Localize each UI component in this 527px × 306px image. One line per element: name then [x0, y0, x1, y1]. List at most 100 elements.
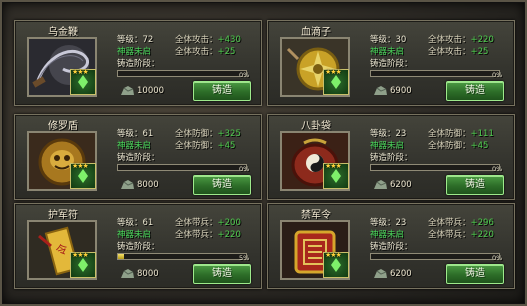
level-label: 等级： [117, 218, 143, 228]
artifact-name: 修罗盾 [48, 121, 78, 132]
ore-icon [121, 269, 134, 278]
gem-icon [78, 258, 88, 272]
stat-label: 全体带兵： [175, 218, 218, 228]
forge-cost: 6900 [390, 86, 412, 96]
forge-progress-fill [118, 254, 125, 259]
stat-value: +200 [217, 218, 241, 228]
level-value: 30 [395, 35, 407, 45]
forge-stage-label: 铸造阶段： [117, 242, 160, 252]
forge-stage-label: 铸造阶段： [117, 59, 160, 69]
stat-value: +325 [217, 129, 241, 139]
stat-label: 全体带兵： [428, 218, 471, 228]
forge-cost: 8000 [137, 269, 159, 279]
forge-progress-bar [117, 70, 247, 77]
forge-button[interactable]: 铸造 [193, 175, 251, 195]
forge-button[interactable]: 铸造 [446, 175, 504, 195]
gem-icon [331, 258, 341, 272]
gem-icon [78, 169, 88, 183]
forge-stage-label: 铸造阶段： [370, 242, 413, 252]
stat-value: +220 [470, 35, 494, 45]
stat-label: 全体防御： [428, 129, 471, 139]
forge-cost: 8000 [137, 180, 159, 190]
forge-cost: 10000 [137, 86, 165, 96]
stat-label: 全体攻击： [175, 35, 218, 45]
artifact-state: 神器未启 [370, 230, 405, 240]
stat-value: +296 [470, 218, 494, 228]
level-value: 61 [142, 218, 154, 228]
forge-progress-bar [117, 253, 247, 260]
bonus-stat-value: +25 [470, 47, 489, 57]
forge-progress-bar [370, 164, 500, 171]
level-value: 61 [142, 129, 154, 139]
bonus-stat-label: 全体防御： [175, 141, 218, 151]
artifact-quality-badge: ★★★ [323, 68, 349, 95]
gem-icon [331, 75, 341, 89]
gem-icon [331, 169, 341, 183]
forge-button[interactable]: 铸造 [446, 264, 504, 284]
bonus-stat-value: +220 [470, 230, 494, 240]
artifact-state: 神器未启 [117, 141, 152, 151]
artifact-quality-badge: ★★★ [323, 162, 349, 189]
ore-icon [374, 86, 387, 95]
stat-label: 全体攻击： [428, 35, 471, 45]
artifact-name: 乌金鞭 [48, 27, 78, 38]
forge-button[interactable]: 铸造 [446, 81, 504, 101]
forge-progress-text: 0% [492, 71, 503, 79]
stat-value: +111 [470, 129, 494, 139]
forge-progress-text: 0% [492, 254, 503, 262]
artifact-name: 血滴子 [301, 27, 331, 38]
bonus-stat-label: 全体防御： [428, 141, 471, 151]
artifact-name: 护军符 [48, 210, 78, 221]
stat-label: 全体防御： [175, 129, 218, 139]
bonus-stat-value: +25 [217, 47, 236, 57]
bonus-stat-value: +45 [217, 141, 236, 151]
bonus-stat-label: 全体带兵： [428, 230, 471, 240]
forge-progress-text: 0% [492, 165, 503, 173]
ore-icon [374, 269, 387, 278]
forge-cost: 6200 [390, 180, 412, 190]
ore-icon [374, 180, 387, 189]
forge-progress-text: 0% [239, 165, 250, 173]
artifact-card-command-token: 禁军令 ★★★ 等级：23 全体带兵：+296 神器未启 全体带兵：+220 铸… [267, 203, 515, 289]
artifact-card-bagua-bag: 八卦袋 ★★★ 等级：23 全体防御：+111 神器未启 全体防御：+45 铸造… [267, 114, 515, 200]
bonus-stat-label: 全体攻击： [428, 47, 471, 57]
forge-panel: 乌金鞭 ★★★ 等级：72 全体攻击：+430 神器未启 全体攻击：+25 铸造… [0, 0, 527, 306]
forge-progress-bar [370, 70, 500, 77]
stat-value: +430 [217, 35, 241, 45]
forge-cost: 6200 [390, 269, 412, 279]
artifact-state: 神器未启 [117, 47, 152, 57]
bonus-stat-value: +220 [217, 230, 241, 240]
forge-progress-bar [370, 253, 500, 260]
bonus-stat-value: +45 [470, 141, 489, 151]
level-label: 等级： [117, 35, 143, 45]
artifact-card-whip: 乌金鞭 ★★★ 等级：72 全体攻击：+430 神器未启 全体攻击：+25 铸造… [14, 20, 262, 106]
forge-progress-text: 0% [239, 71, 250, 79]
level-value: 23 [395, 218, 407, 228]
bonus-stat-label: 全体带兵： [175, 230, 218, 240]
level-value: 72 [142, 35, 154, 45]
forge-progress-bar [117, 164, 247, 171]
artifact-quality-badge: ★★★ [323, 251, 349, 278]
level-label: 等级： [370, 35, 396, 45]
forge-button[interactable]: 铸造 [193, 264, 251, 284]
level-label: 等级： [370, 129, 396, 139]
artifact-state: 神器未启 [370, 141, 405, 151]
bonus-stat-label: 全体攻击： [175, 47, 218, 57]
level-label: 等级： [117, 129, 143, 139]
artifact-name: 禁军令 [301, 210, 331, 221]
artifact-quality-badge: ★★★ [70, 162, 96, 189]
level-label: 等级： [370, 218, 396, 228]
ore-icon [121, 86, 134, 95]
artifact-card-talisman: 护军符 令 ★★★ 等级：61 全体带兵：+200 神器未启 全体带兵：+220… [14, 203, 262, 289]
gem-icon [78, 75, 88, 89]
forge-stage-label: 铸造阶段： [117, 153, 160, 163]
artifact-quality-badge: ★★★ [70, 68, 96, 95]
artifact-card-flying-guillotine: 血滴子 ★★★ 等级：30 全体攻击：+220 神器未启 全体攻击：+25 铸造… [267, 20, 515, 106]
artifact-state: 神器未启 [117, 230, 152, 240]
level-value: 23 [395, 129, 407, 139]
artifact-quality-badge: ★★★ [70, 251, 96, 278]
artifact-name: 八卦袋 [301, 121, 331, 132]
forge-progress-text: 5% [239, 254, 250, 262]
forge-button[interactable]: 铸造 [193, 81, 251, 101]
artifact-card-shield: 修罗盾 ★★★ 等级：61 全体防御：+325 神器未启 全体防御：+45 铸造… [14, 114, 262, 200]
